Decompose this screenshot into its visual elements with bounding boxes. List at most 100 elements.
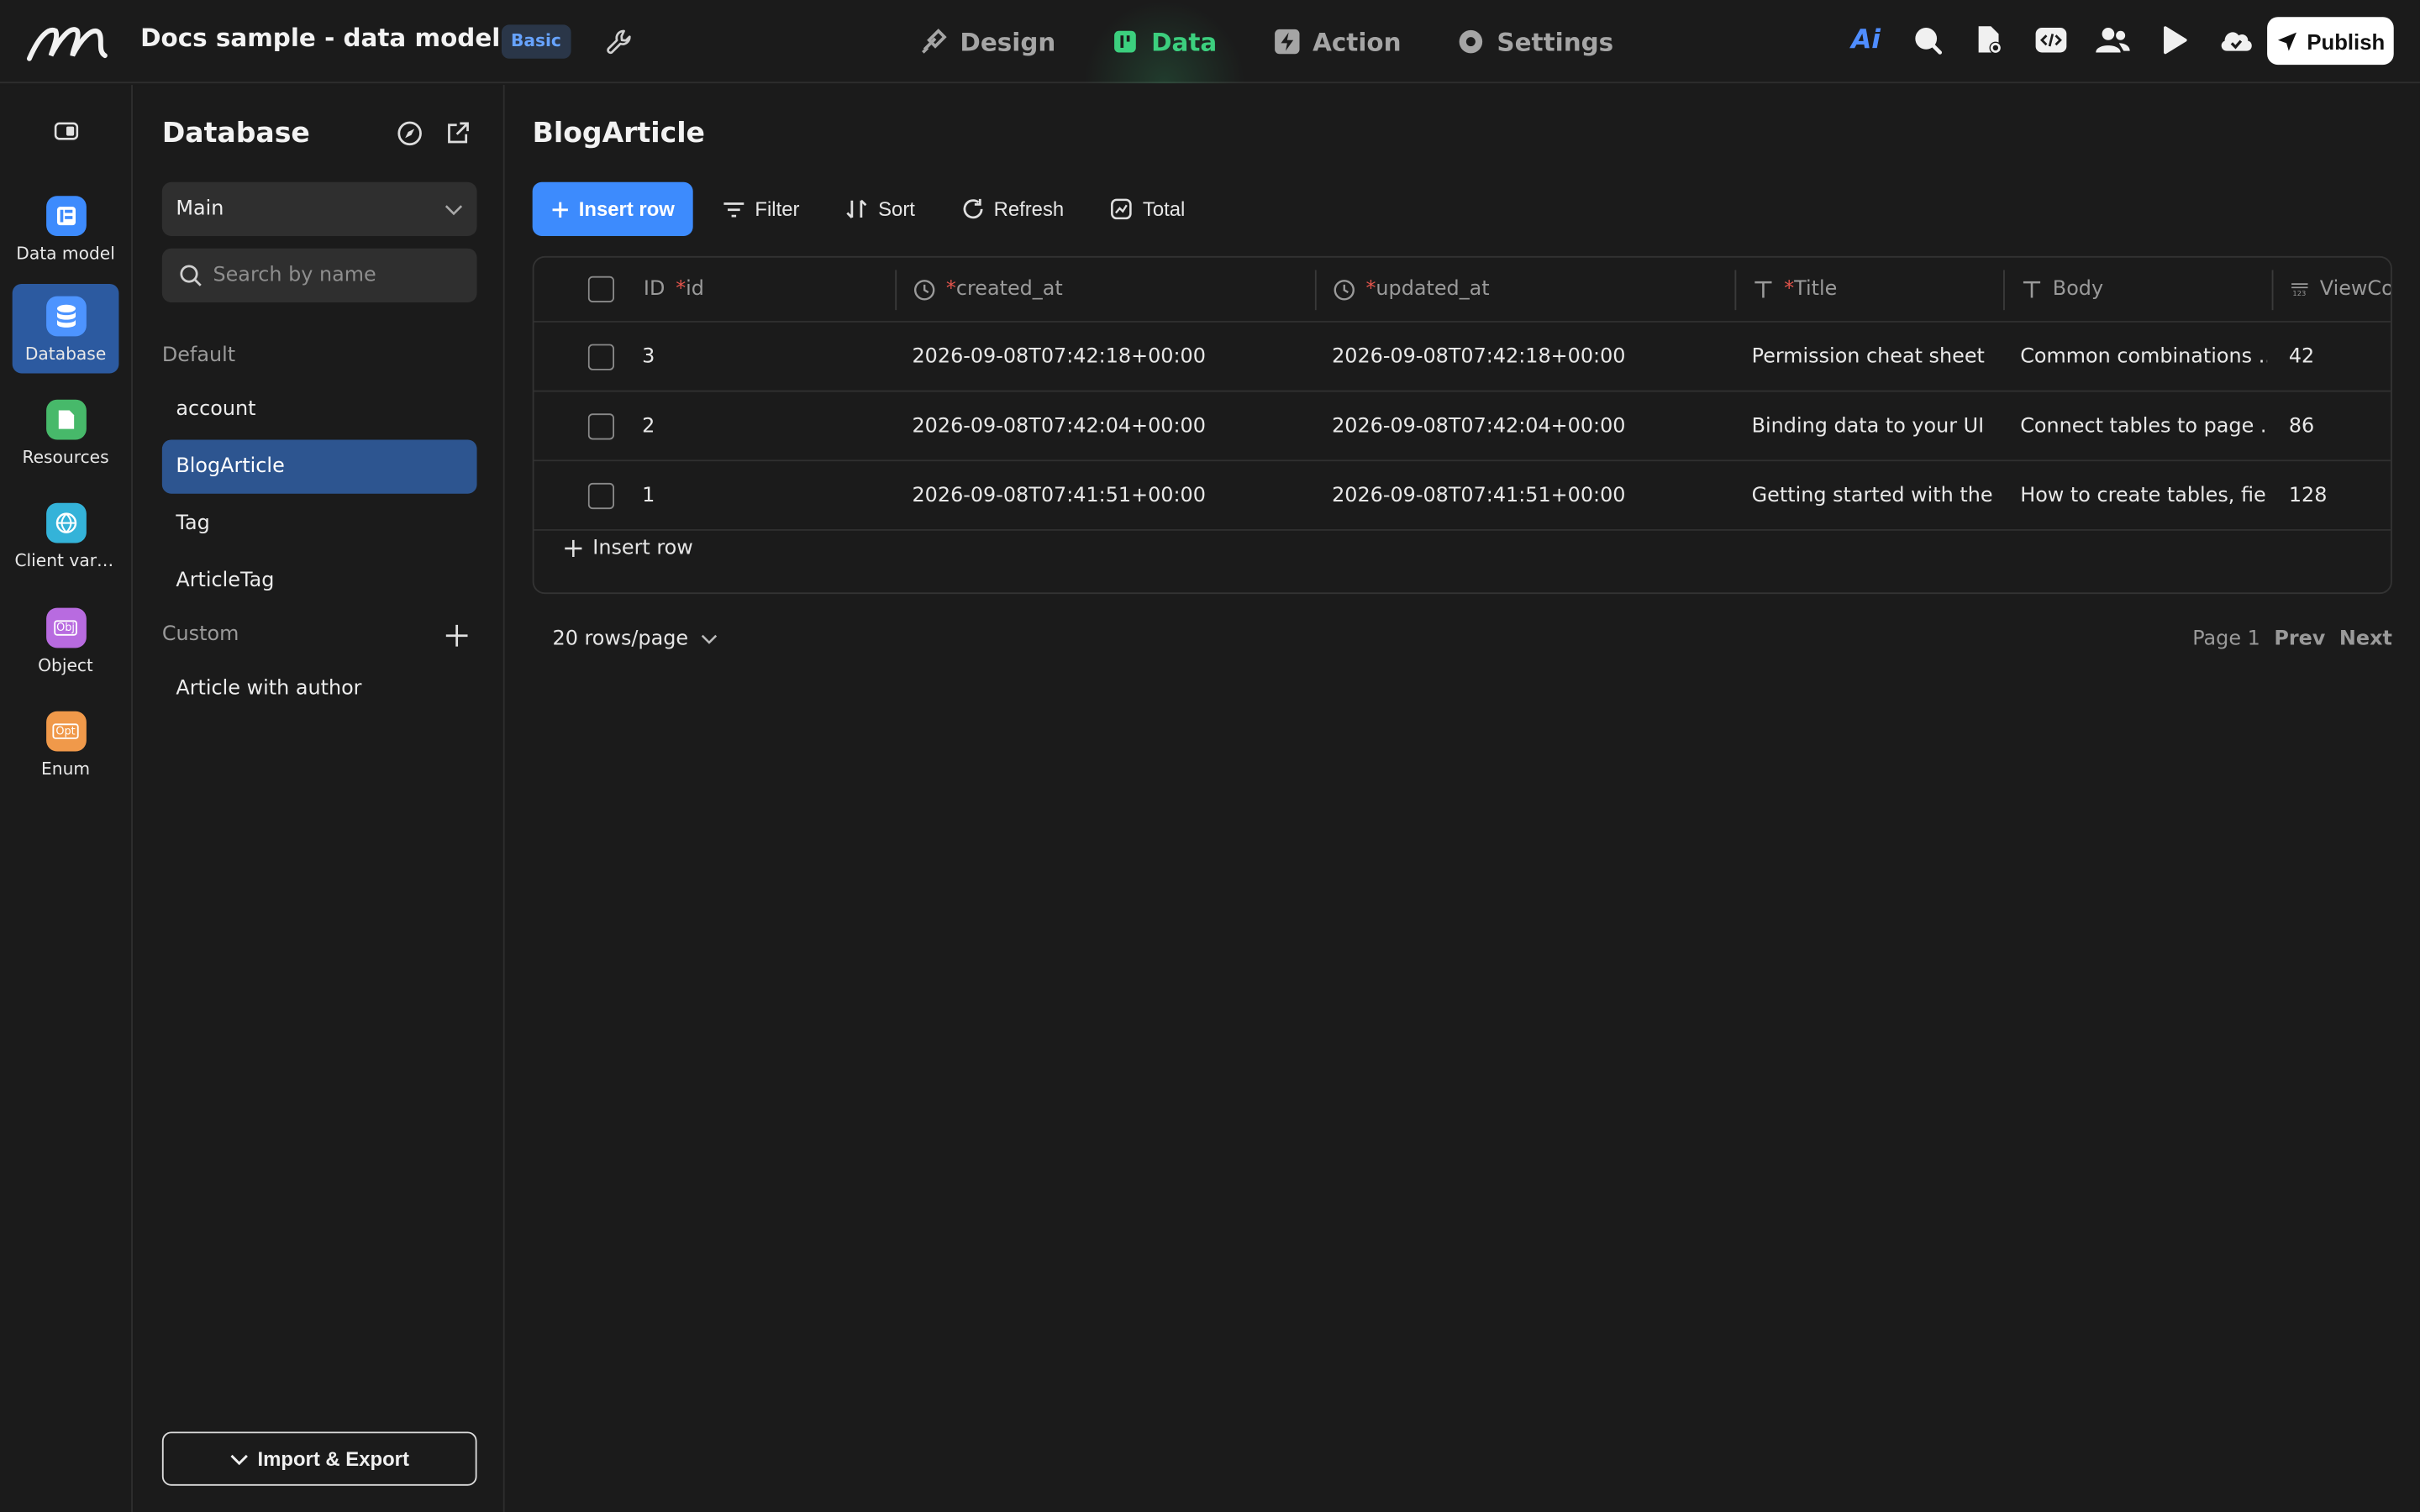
- app-logo-icon[interactable]: [24, 18, 111, 65]
- file-settings-button[interactable]: [1970, 18, 2010, 61]
- table-row[interactable]: 3 2026-09-08T07:42:18+00:00 2026-09-08T0…: [534, 323, 2391, 392]
- table-item-articletag[interactable]: ArticleTag: [162, 554, 477, 607]
- import-export-label: Import & Export: [257, 1446, 409, 1471]
- sidebar-toggle-icon[interactable]: [54, 122, 79, 140]
- cell-updated-at[interactable]: 2026-09-08T07:41:51+00:00: [1332, 461, 1725, 529]
- row-checkbox[interactable]: [587, 343, 615, 370]
- insert-row-button[interactable]: Insert row: [532, 181, 693, 237]
- cell-id[interactable]: 3: [642, 323, 874, 391]
- column-resize-handle[interactable]: [2003, 270, 2005, 311]
- search-button[interactable]: [1907, 18, 1948, 61]
- column-header-body[interactable]: Body: [2022, 258, 2269, 321]
- refresh-icon: [963, 198, 983, 219]
- open-external-icon[interactable]: [445, 120, 471, 146]
- project-title-dropdown[interactable]: Docs sample - data model: [140, 23, 539, 53]
- table-item-blogarticle[interactable]: BlogArticle: [161, 439, 477, 494]
- ai-assistant-button[interactable]: Ai: [1846, 18, 1886, 61]
- rail-label: Enum: [41, 759, 91, 780]
- prev-page-button[interactable]: Prev: [2274, 628, 2325, 652]
- rail-item-database[interactable]: Database: [12, 283, 119, 374]
- cell-created-at[interactable]: 2026-09-08T07:42:04+00:00: [912, 392, 1305, 460]
- object-glyph: Obj: [53, 620, 78, 636]
- tab-design[interactable]: Design: [892, 0, 1084, 83]
- row-checkbox[interactable]: [587, 412, 615, 439]
- column-header-title[interactable]: *Title: [1753, 258, 2000, 321]
- cell-body[interactable]: Common combinations ...: [2020, 323, 2267, 391]
- cell-id[interactable]: 2: [642, 392, 874, 460]
- cell-viewcount[interactable]: 42: [2289, 323, 2381, 391]
- refresh-button[interactable]: Refresh: [944, 182, 1081, 236]
- tab-label: Data: [1151, 27, 1218, 57]
- select-all-checkbox[interactable]: [587, 276, 615, 302]
- cell-created-at[interactable]: 2026-09-08T07:42:18+00:00: [912, 323, 1305, 391]
- publish-button[interactable]: Publish: [2267, 17, 2394, 66]
- column-resize-handle[interactable]: [1314, 270, 1317, 311]
- sort-button[interactable]: Sort: [829, 182, 932, 236]
- add-icon[interactable]: [443, 622, 471, 649]
- column-resize-handle[interactable]: [2271, 270, 2274, 311]
- tab-settings[interactable]: Settings: [1429, 0, 1642, 83]
- cell-id[interactable]: 1: [642, 461, 874, 529]
- column-header-viewcount[interactable]: 123 ViewCo: [2291, 258, 2391, 321]
- project-title: Docs sample - data model: [140, 23, 501, 53]
- rail-item-resources[interactable]: Resources: [13, 387, 119, 477]
- cell-updated-at[interactable]: 2026-09-08T07:42:18+00:00: [1332, 323, 1725, 391]
- cell-updated-at[interactable]: 2026-09-08T07:42:04+00:00: [1332, 392, 1725, 460]
- database-icon: [45, 296, 86, 337]
- table-item-account[interactable]: account: [162, 383, 477, 437]
- wrench-icon[interactable]: [603, 24, 637, 58]
- cell-created-at[interactable]: 2026-09-08T07:41:51+00:00: [912, 461, 1305, 529]
- column-header-updated-at[interactable]: *updated_at: [1334, 258, 1735, 321]
- cloud-sync-button[interactable]: [2217, 18, 2257, 61]
- database-select[interactable]: Main: [161, 181, 477, 237]
- column-header-id[interactable]: ID *id: [644, 258, 891, 321]
- tab-data[interactable]: Data: [1083, 0, 1245, 84]
- rail-item-object[interactable]: Obj Object: [13, 596, 119, 685]
- rows-per-page-select[interactable]: 20 rows/page: [553, 628, 718, 651]
- table-item-tag[interactable]: Tag: [162, 496, 477, 550]
- cell-viewcount[interactable]: 86: [2289, 392, 2381, 460]
- cell-title[interactable]: Getting started with the ...: [1752, 461, 1999, 529]
- column-name: created_at: [955, 277, 1063, 302]
- required-marker: *: [676, 277, 687, 302]
- tab-action[interactable]: Action: [1244, 0, 1428, 83]
- row-checkbox[interactable]: [587, 481, 615, 509]
- compass-icon[interactable]: [397, 120, 423, 146]
- import-export-button[interactable]: Import & Export: [161, 1431, 477, 1486]
- total-button[interactable]: Total: [1093, 182, 1202, 236]
- column-header-created-at[interactable]: *created_at: [913, 258, 1315, 321]
- cell-body[interactable]: Connect tables to page ...: [2020, 392, 2267, 460]
- code-button[interactable]: [2031, 18, 2071, 61]
- filter-icon: [723, 202, 744, 217]
- table-row[interactable]: 1 2026-09-08T07:41:51+00:00 2026-09-08T0…: [534, 461, 2391, 531]
- cell-title[interactable]: Permission cheat sheet: [1752, 323, 1999, 391]
- table-item-article-with-author[interactable]: Article with author: [162, 662, 477, 716]
- filter-button[interactable]: Filter: [706, 182, 817, 236]
- users-button[interactable]: [2093, 18, 2133, 61]
- plus-icon: [565, 539, 582, 558]
- id-prefix: ID: [643, 277, 666, 302]
- users-icon: [2096, 28, 2130, 53]
- rail-item-client-variables[interactable]: Client vari...: [13, 491, 119, 580]
- column-name: updated_at: [1376, 277, 1490, 302]
- cell-viewcount[interactable]: 128: [2289, 461, 2381, 529]
- cell-body[interactable]: How to create tables, fiel...: [2020, 461, 2267, 529]
- column-resize-handle[interactable]: [895, 270, 897, 311]
- column-resize-handle[interactable]: [1734, 270, 1737, 311]
- rail-item-enum[interactable]: Opt Enum: [13, 699, 119, 789]
- search-input[interactable]: [213, 264, 460, 287]
- globe-icon: [45, 502, 86, 543]
- search-icon: [180, 265, 202, 286]
- insert-row-link[interactable]: Insert row: [563, 537, 693, 560]
- table-row[interactable]: 2 2026-09-08T07:42:04+00:00 2026-09-08T0…: [534, 392, 2391, 462]
- table-search: [161, 248, 477, 302]
- next-page-button[interactable]: Next: [2339, 628, 2392, 652]
- cell-title[interactable]: Binding data to your UI: [1752, 392, 1999, 460]
- publish-label: Publish: [2307, 28, 2386, 54]
- group-label-custom: Custom: [161, 623, 239, 647]
- enum-glyph: Opt: [52, 723, 79, 739]
- rail-item-data-model[interactable]: Data model: [13, 184, 119, 274]
- row-checkbox-cell: [587, 461, 615, 529]
- preview-button[interactable]: [2154, 18, 2195, 61]
- row-checkbox-cell: [587, 323, 615, 391]
